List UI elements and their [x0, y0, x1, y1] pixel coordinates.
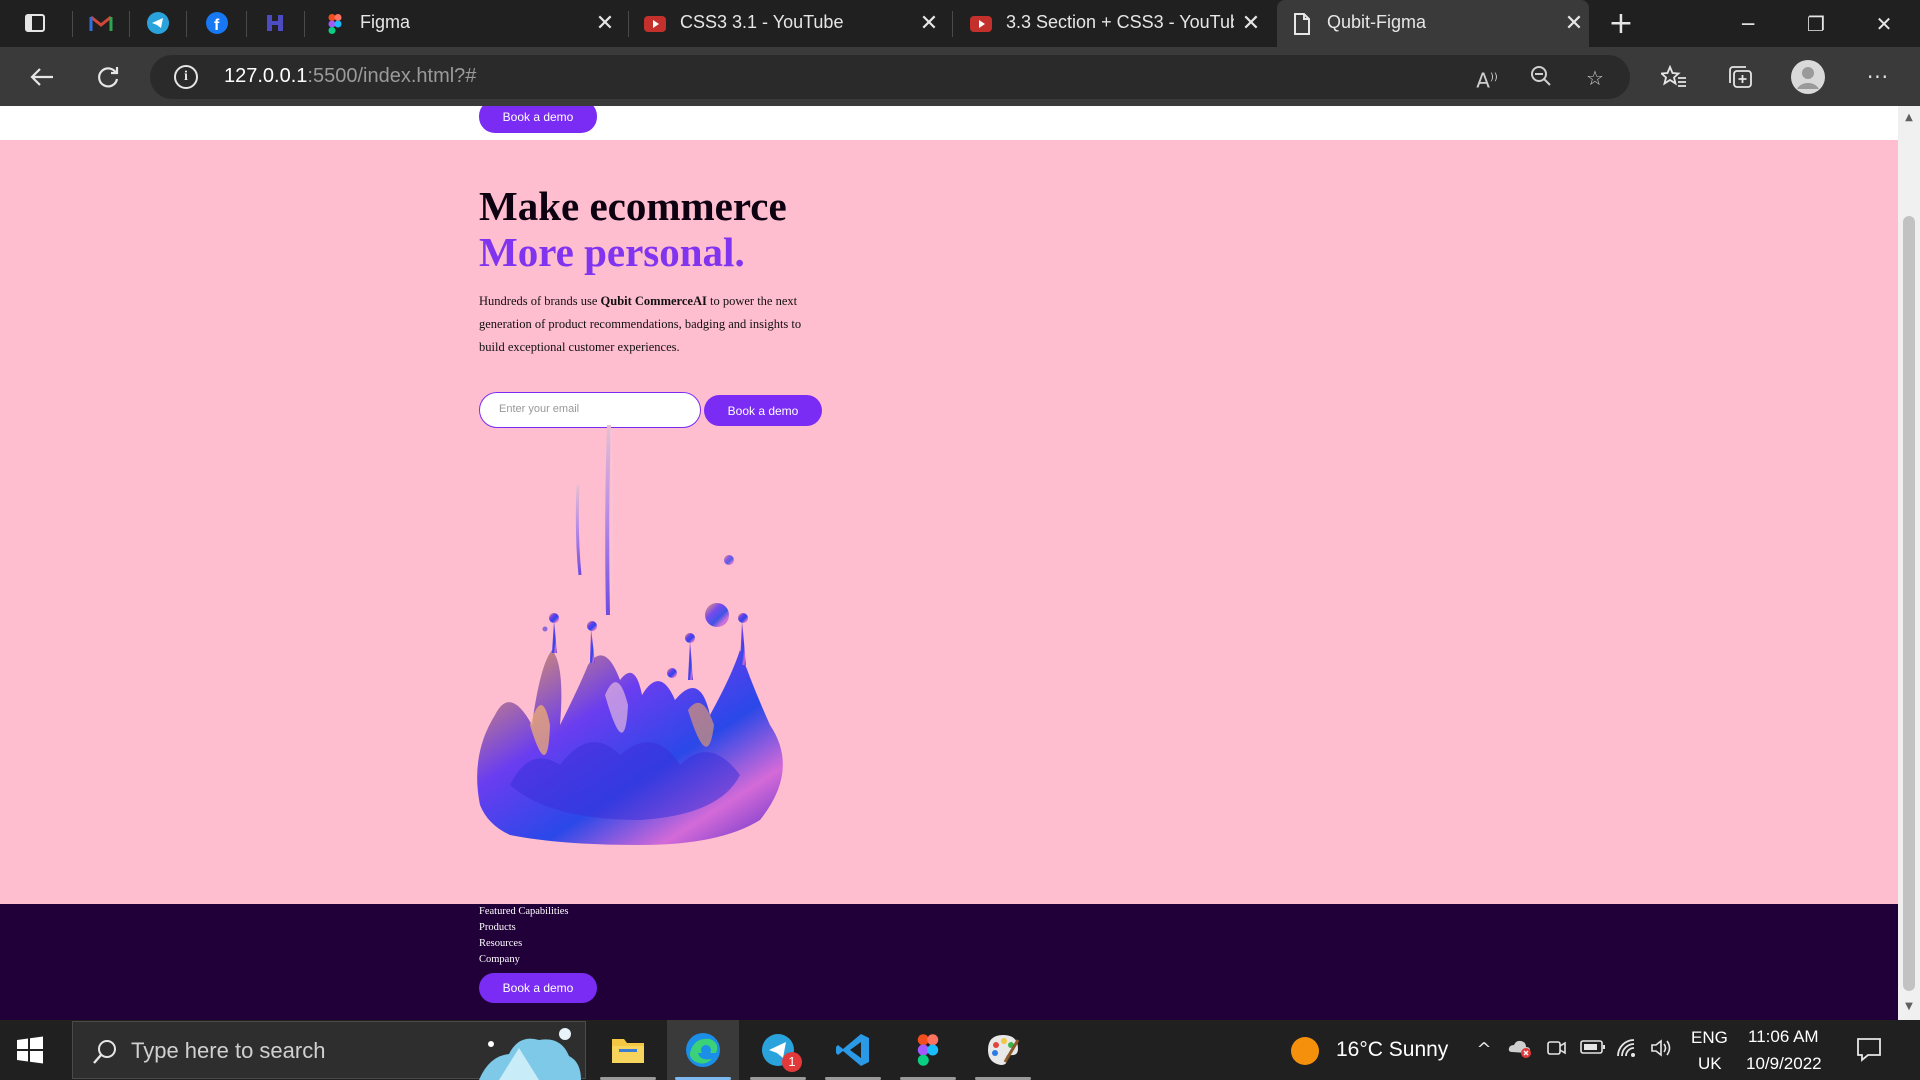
taskbar-figma[interactable] — [892, 1020, 964, 1080]
taskbar-vscode[interactable] — [817, 1020, 889, 1080]
tab-qubit-figma[interactable]: Qubit-Figma ✕ — [1277, 0, 1589, 47]
figma-icon — [324, 13, 346, 35]
tab-title: 3.3 Section + CSS3 - YouTube — [1006, 12, 1234, 32]
app-icon[interactable] — [260, 8, 290, 38]
windows-start-icon[interactable] — [16, 1036, 44, 1064]
header-book-demo-button[interactable]: Book a demo — [479, 106, 597, 133]
search-icon — [91, 1038, 119, 1066]
hero-title-line1: Make ecommerce — [479, 183, 787, 229]
search-placeholder: Type here to search — [131, 1038, 326, 1063]
hero-lead-text: Hundreds of brands use Qubit CommerceAI … — [479, 294, 802, 354]
close-icon[interactable]: ✕ — [1561, 10, 1587, 36]
tab-css3-31-youtube[interactable]: CSS3 3.1 - YouTube ✕ — [630, 0, 950, 47]
profile-avatar-icon[interactable] — [1788, 57, 1828, 97]
taskbar-search-box[interactable]: Type here to search — [72, 1021, 586, 1080]
clock-time[interactable]: 11:06 AM — [1748, 1027, 1819, 1047]
show-hidden-icons-icon[interactable]: ^ — [1472, 1038, 1496, 1062]
site-footer: Featured Capabilities Products Resources… — [0, 904, 1898, 1020]
scroll-down-icon[interactable]: ▼ — [1903, 1001, 1915, 1013]
language-line1[interactable]: ENG — [1691, 1028, 1728, 1048]
tab-figma[interactable]: Figma ✕ — [310, 0, 625, 47]
page-scrollbar[interactable]: ▲ ▼ — [1898, 106, 1920, 1020]
taskbar-paint[interactable] — [967, 1020, 1039, 1080]
windows-taskbar: Type here to search 1 16°C Sunny ^ ENG U… — [0, 1020, 1920, 1080]
battery-icon[interactable] — [1580, 1038, 1605, 1062]
tab-title: CSS3 3.1 - YouTube — [680, 12, 844, 32]
liquid-splash-image — [477, 425, 783, 845]
figma-icon — [917, 1034, 939, 1066]
hero-section: Make ecommerce More personal. Hundreds o… — [0, 140, 1898, 904]
facebook-icon[interactable]: f — [202, 8, 232, 38]
search-highlight-illustration — [479, 1028, 581, 1080]
onedrive-error-icon[interactable] — [1508, 1038, 1532, 1062]
favorites-icon[interactable] — [1654, 57, 1694, 97]
more-menu-icon[interactable]: ··· — [1858, 57, 1898, 97]
close-icon[interactable]: ✕ — [592, 10, 618, 36]
page-icon — [1291, 13, 1313, 35]
vscode-icon — [836, 1034, 869, 1066]
email-input[interactable]: Enter your email — [479, 392, 701, 428]
taskbar-telegram[interactable]: 1 — [742, 1020, 814, 1080]
wifi-icon[interactable] — [1616, 1038, 1640, 1062]
add-favorite-icon[interactable]: ☆ — [1582, 65, 1608, 91]
youtube-icon — [970, 13, 992, 35]
gmail-icon[interactable] — [86, 8, 116, 38]
language-line2[interactable]: UK — [1698, 1054, 1722, 1074]
paint-palette-icon — [988, 1035, 1020, 1065]
footer-link-resources[interactable]: Resources — [479, 938, 522, 949]
clock-date[interactable]: 10/9/2022 — [1746, 1054, 1822, 1074]
browser-toolbar: i 127.0.0.1:5500/index.html?# A)) ☆ ··· — [0, 47, 1920, 106]
volume-icon[interactable] — [1650, 1038, 1674, 1062]
minimize-icon[interactable]: ─ — [1716, 0, 1780, 47]
tab-css3-33-youtube[interactable]: 3.3 Section + CSS3 - YouTube ✕ — [956, 0, 1272, 47]
taskbar-file-explorer[interactable] — [592, 1020, 664, 1080]
edge-icon — [686, 1033, 720, 1067]
svg-text:f: f — [214, 17, 220, 34]
footer-link-featured-capabilities[interactable]: Featured Capabilities — [479, 906, 569, 917]
meet-now-icon[interactable] — [1544, 1038, 1568, 1062]
footer-link-company[interactable]: Company — [479, 954, 520, 965]
new-tab-icon[interactable]: + — [1596, 0, 1646, 47]
scroll-up-icon[interactable]: ▲ — [1903, 112, 1915, 124]
window-close-icon[interactable]: ✕ — [1852, 0, 1916, 47]
footer-book-demo-button[interactable]: Book a demo — [479, 973, 597, 1003]
footer-link-products[interactable]: Products — [479, 922, 516, 933]
browser-tab-bar: f Figma ✕ CSS3 3.1 - YouTube ✕ 3.3 Secti… — [0, 0, 1920, 47]
tab-title: Figma — [360, 12, 411, 32]
close-icon[interactable]: ✕ — [916, 10, 942, 36]
scrollbar-thumb[interactable] — [1903, 216, 1915, 991]
collections-icon[interactable] — [1720, 57, 1760, 97]
tab-actions-icon[interactable] — [20, 8, 50, 38]
zoom-icon[interactable] — [1528, 65, 1554, 91]
refresh-icon[interactable] — [88, 57, 128, 97]
notifications-icon[interactable] — [1856, 1036, 1881, 1062]
restore-icon[interactable]: ❐ — [1784, 0, 1848, 47]
weather-sun-icon — [1291, 1037, 1319, 1065]
folder-icon — [612, 1039, 644, 1063]
url-text[interactable]: 127.0.0.1:5500/index.html?# — [224, 65, 476, 88]
hero-book-demo-button[interactable]: Book a demo — [704, 395, 822, 426]
brand-name: Qubit CommerceAI — [600, 294, 707, 308]
page-viewport: Book a demo Make ecommerce More personal… — [0, 106, 1898, 1020]
site-info-icon[interactable]: i — [174, 65, 198, 89]
close-icon[interactable]: ✕ — [1238, 10, 1264, 36]
back-icon[interactable] — [22, 57, 62, 97]
read-aloud-icon[interactable]: A)) — [1474, 65, 1500, 93]
tab-title: Qubit-Figma — [1327, 12, 1427, 32]
notification-badge: 1 — [782, 1052, 802, 1072]
address-bar[interactable]: i 127.0.0.1:5500/index.html?# A)) ☆ — [150, 55, 1630, 99]
telegram-icon[interactable] — [143, 8, 173, 38]
weather-text[interactable]: 16°C Sunny — [1336, 1038, 1448, 1062]
youtube-icon — [644, 13, 666, 35]
taskbar-edge[interactable] — [667, 1020, 739, 1080]
hero-title-line2: More personal. — [479, 229, 745, 275]
